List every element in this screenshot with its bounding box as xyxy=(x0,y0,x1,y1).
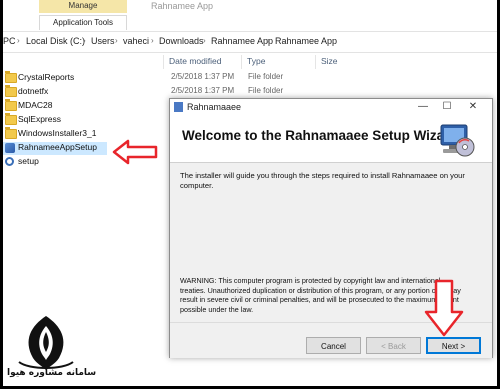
file-row[interactable]: SqlExpress xyxy=(3,113,173,127)
logo-caption: سامانه مشاوره هیوا xyxy=(7,368,97,378)
address-bar[interactable]: PC › Local Disk (C:) › Users › vaheci › … xyxy=(3,31,497,53)
file-type: File folder xyxy=(248,72,284,81)
maximize-button[interactable]: ☐ xyxy=(436,100,458,114)
screenshot-frame: Manage Application Tools Rahnamee App PC… xyxy=(3,0,497,386)
ribbon: Manage Application Tools Rahnamee App xyxy=(3,0,497,30)
breadcrumb-item[interactable]: Rahnamee App xyxy=(275,36,337,46)
file-name: SqlExpress xyxy=(18,114,61,124)
file-date: 2/5/2018 1:37 PM xyxy=(171,72,235,81)
wizard-heading: Welcome to the Rahnamaaee Setup Wizard xyxy=(182,128,458,143)
dialog-title: Rahnamaaee xyxy=(187,102,242,112)
file-name: MDAC28 xyxy=(18,100,53,110)
chevron-right-icon: › xyxy=(203,36,206,45)
minimize-button[interactable]: — xyxy=(412,100,434,114)
file-date: 2/5/2018 1:37 PM xyxy=(171,86,235,95)
column-headers: Date modified Type Size xyxy=(3,55,497,69)
column-header-size[interactable]: Size xyxy=(321,56,338,66)
intro-text: The installer will guide you through the… xyxy=(180,171,465,190)
folder-icon xyxy=(5,85,17,97)
breadcrumb-item[interactable]: Downloads xyxy=(159,36,204,46)
column-header-type[interactable]: Type xyxy=(247,56,265,66)
file-row-selected[interactable]: RahnameeAppSetup xyxy=(3,142,107,155)
file-row[interactable]: CrystalReports 2/5/2018 1:37 PM File fol… xyxy=(3,71,283,85)
breadcrumb-item[interactable]: vaheci xyxy=(123,36,149,46)
file-type: File folder xyxy=(248,86,284,95)
setup-gear-icon xyxy=(5,157,14,166)
column-header-date[interactable]: Date modified xyxy=(169,56,221,66)
application-tools-tab[interactable]: Application Tools xyxy=(39,15,127,30)
installer-icon xyxy=(174,102,183,112)
file-name: dotnetfx xyxy=(18,86,49,96)
column-divider[interactable] xyxy=(163,55,164,69)
folder-icon xyxy=(5,71,17,83)
breadcrumb-item[interactable]: Users xyxy=(91,36,115,46)
chevron-right-icon: › xyxy=(151,36,154,45)
computer-disc-icon xyxy=(440,124,475,157)
breadcrumb-root[interactable]: PC xyxy=(3,36,16,46)
file-name: CrystalReports xyxy=(18,72,75,82)
chevron-right-icon: › xyxy=(115,36,118,45)
folder-icon xyxy=(5,127,17,139)
next-button[interactable]: Next > xyxy=(426,337,481,354)
file-name: WindowsInstaller3_1 xyxy=(18,128,97,138)
folder-icon xyxy=(5,113,17,125)
installer-icon xyxy=(5,143,15,153)
folder-icon xyxy=(5,99,17,111)
breadcrumb-item[interactable]: Local Disk (C:) xyxy=(26,36,85,46)
manage-context-tab[interactable]: Manage xyxy=(39,0,127,13)
red-arrow-left-annotation xyxy=(112,139,158,165)
file-row[interactable]: MDAC28 xyxy=(3,99,173,113)
file-name: RahnameeAppSetup xyxy=(18,142,97,152)
column-divider[interactable] xyxy=(315,55,316,69)
cancel-button[interactable]: Cancel xyxy=(306,337,361,354)
file-row[interactable]: dotnetfx 2/5/2018 1:37 PM File folder xyxy=(3,85,283,99)
column-divider[interactable] xyxy=(241,55,242,69)
close-button[interactable]: ✕ xyxy=(462,100,484,114)
back-button[interactable]: < Back xyxy=(366,337,421,354)
wizard-header: Welcome to the Rahnamaaee Setup Wizard xyxy=(170,116,492,163)
breadcrumb-item[interactable]: Rahnamee App xyxy=(211,36,273,46)
red-arrow-down-annotation xyxy=(424,279,464,337)
window-title: Rahnamee App xyxy=(151,1,214,11)
chevron-right-icon: › xyxy=(17,36,20,45)
chevron-right-icon: › xyxy=(83,36,86,45)
dialog-titlebar[interactable]: Rahnamaaee — ☐ ✕ xyxy=(170,99,492,116)
chevron-right-icon: › xyxy=(267,36,270,45)
file-name: setup xyxy=(18,156,39,166)
